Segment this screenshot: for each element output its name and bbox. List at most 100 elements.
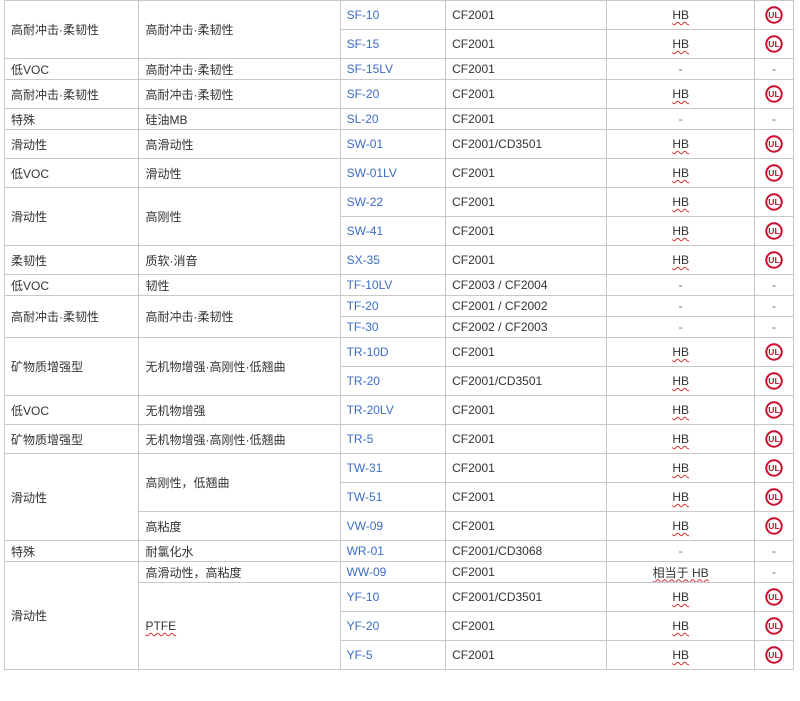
ul-cell: UL (754, 337, 794, 367)
rating-cell: HB (606, 245, 756, 275)
rating-text: HB (672, 461, 689, 475)
grade-link[interactable]: SF-15LV (347, 62, 393, 76)
table-row: 低VOC 滑动性 SW-01LV CF2001 HB UL (3, 158, 794, 188)
ul-cell: UL (754, 158, 794, 188)
standard-cell: CF2003 / CF2004 (445, 274, 608, 296)
standard-cell: CF2001 (445, 611, 608, 641)
category-cell: 滑动性 (3, 129, 140, 159)
standard-cell: CF2002 / CF2003 (445, 316, 608, 338)
grade-link[interactable]: TR-20LV (347, 403, 394, 417)
svg-text:UL: UL (768, 650, 779, 660)
feature-cell: 无机物增强 (138, 395, 341, 425)
ul-mark-icon: UL (765, 135, 783, 153)
rating-cell: HB (606, 337, 756, 367)
grade-link[interactable]: TW-51 (347, 490, 383, 504)
feature-cell: 耐氯化水 (138, 540, 341, 562)
table-row: 矿物质增强型 无机物增强·高刚性·低翘曲 TR-10D CF2001 HB UL (3, 337, 794, 396)
table-row: 滑动性 高刚性，低翘曲 TW-31 CF2001 HB UL (3, 453, 794, 541)
standard-cell: CF2001/CD3501 (445, 366, 608, 396)
category-cell: 矿物质增强型 (3, 337, 140, 396)
standard-cell: CF2001 / CF2002 (445, 295, 608, 317)
grade-cell: TF-20 (339, 295, 447, 317)
grade-link[interactable]: SF-20 (347, 87, 380, 101)
ul-cell: - (754, 561, 794, 583)
ul-mark-icon: UL (765, 646, 783, 664)
grade-cell: TR-10D (339, 337, 447, 367)
table-row: 滑动性 高滑动性，高粘度 WW-09 CF2001 相当于 HB - (3, 561, 794, 670)
grade-link[interactable]: TR-10D (347, 345, 389, 359)
grade-cell: TF-10LV (339, 274, 447, 296)
grade-link[interactable]: YF-20 (347, 619, 380, 633)
feature-cell: 韧性 (138, 274, 341, 296)
feature-cell: 质软·消音 (138, 245, 341, 275)
ul-mark-icon: UL (765, 488, 783, 506)
grade-link[interactable]: SW-01 (347, 137, 383, 151)
rating-cell: HB (606, 216, 756, 246)
grade-link[interactable]: WW-09 (347, 565, 387, 579)
svg-text:UL: UL (768, 39, 779, 49)
svg-text:UL: UL (768, 226, 779, 236)
ul-cell: - (754, 108, 794, 130)
category-cell: 高耐冲击·柔韧性 (3, 295, 140, 338)
svg-text:UL: UL (768, 405, 779, 415)
ul-cell: - (754, 540, 794, 562)
category-cell: 高耐冲击·柔韧性 (3, 0, 140, 59)
grade-link[interactable]: WR-01 (347, 544, 384, 558)
feature-cell: 高耐冲击·柔韧性 (138, 295, 341, 338)
feature-cell: 高耐冲击·柔韧性 (138, 79, 341, 109)
standard-cell: CF2001 (445, 482, 608, 512)
rating-text: HB (672, 253, 689, 267)
grade-link[interactable]: TF-20 (347, 299, 379, 313)
table-row: 矿物质增强型 无机物增强·高刚性·低翘曲 TR-5 CF2001 HB UL (3, 424, 794, 454)
rating-text: HB (672, 519, 689, 533)
rating-text: HB (672, 490, 689, 504)
rating-cell: HB (606, 424, 756, 454)
grade-link[interactable]: SL-20 (347, 112, 379, 126)
grade-link[interactable]: SW-01LV (347, 166, 397, 180)
rating-text: HB (672, 8, 689, 22)
grade-link[interactable]: SW-41 (347, 224, 383, 238)
grade-link[interactable]: SF-10 (347, 8, 380, 22)
standard-cell: CF2001/CD3501 (445, 129, 608, 159)
standard-cell: CF2001 (445, 511, 608, 541)
ul-mark-icon: UL (765, 430, 783, 448)
svg-text:UL: UL (768, 255, 779, 265)
grade-link[interactable]: TR-20 (347, 374, 380, 388)
grade-link[interactable]: TF-30 (347, 320, 379, 334)
grade-link[interactable]: YF-10 (347, 590, 380, 604)
rating-cell: HB (606, 187, 756, 217)
rating-text: HB (672, 619, 689, 633)
ul-mark-icon: UL (765, 617, 783, 635)
grade-link[interactable]: SF-15 (347, 37, 380, 51)
grade-link[interactable]: YF-5 (347, 648, 373, 662)
grade-link[interactable]: TR-5 (347, 432, 374, 446)
standard-cell: CF2001 (445, 79, 608, 109)
ul-mark-icon: UL (765, 6, 783, 24)
standard-cell: CF2001 (445, 424, 608, 454)
rating-cell: - (606, 316, 756, 338)
feature-cell: 高滑动性，高粘度 (138, 561, 341, 583)
grade-cell: SX-35 (339, 245, 447, 275)
grade-link[interactable]: TF-10LV (347, 278, 393, 292)
table-row: 滑动性 高滑动性 SW-01 CF2001/CD3501 HB UL (3, 129, 794, 159)
rating-cell: - (606, 540, 756, 562)
grade-link[interactable]: SX-35 (347, 253, 380, 267)
grade-cell: TW-51 (339, 482, 447, 512)
ul-cell: - (754, 58, 794, 80)
grade-cell: WR-01 (339, 540, 447, 562)
table-row: 特殊 硅油MB SL-20 CF2001 - - (3, 108, 794, 130)
grade-link[interactable]: VW-09 (347, 519, 383, 533)
svg-text:UL: UL (768, 139, 779, 149)
grade-cell: SW-22 (339, 187, 447, 217)
svg-text:UL: UL (768, 89, 779, 99)
feature-cell: 滑动性 (138, 158, 341, 188)
table-row: 柔韧性 质软·消音 SX-35 CF2001 HB UL (3, 245, 794, 275)
grade-link[interactable]: TW-31 (347, 461, 383, 475)
grade-cell: SF-20 (339, 79, 447, 109)
ul-cell: - (754, 316, 794, 338)
grade-link[interactable]: SW-22 (347, 195, 383, 209)
ul-mark-icon: UL (765, 459, 783, 477)
ul-mark-icon: UL (765, 343, 783, 361)
ul-cell: UL (754, 395, 794, 425)
feature-cell: PTFE (138, 582, 341, 670)
